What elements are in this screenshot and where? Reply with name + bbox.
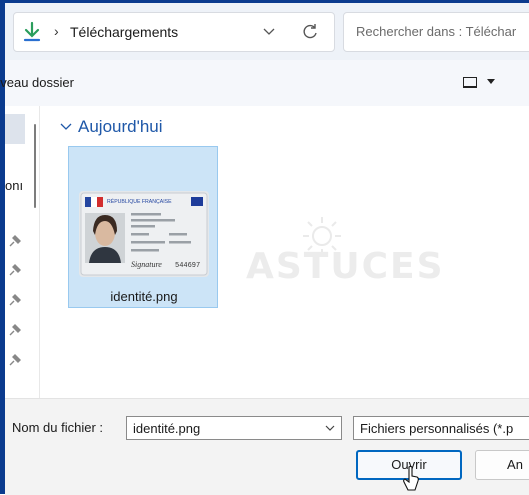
pin-icon — [9, 264, 21, 276]
file-thumbnail: RÉPUBLIQUE FRANÇAISE Signature 544697 — [79, 191, 209, 277]
thumbnail-id-number: 544697 — [175, 262, 200, 270]
pin-icon — [9, 324, 21, 336]
file-list: Aujourd'hui ASTUCES RÉPUBLIQUE FRANÇAISE — [40, 106, 529, 398]
address-bar[interactable]: › Téléchargements — [13, 12, 335, 52]
thumbnail-signature: Signature — [131, 260, 162, 269]
thumbnail-header: RÉPUBLIQUE FRANÇAISE — [107, 198, 172, 205]
pin-icon — [9, 294, 21, 306]
mouse-cursor-icon — [403, 466, 419, 491]
breadcrumb-downloads[interactable]: Téléchargements — [70, 24, 178, 40]
caret-down-icon — [487, 79, 495, 84]
nav-selected-item[interactable] — [5, 114, 25, 144]
download-icon — [23, 21, 41, 42]
group-label: Aujourd'hui — [78, 117, 163, 136]
view-options-button[interactable] — [459, 72, 505, 94]
dialog-footer: Nom du fichier : identité.png Fichiers p… — [5, 398, 529, 495]
navigation-pane: onı — [5, 106, 40, 398]
pin-icon — [9, 354, 21, 366]
search-placeholder: Rechercher dans : Téléchar — [356, 24, 517, 39]
breadcrumb-separator: › — [54, 23, 59, 39]
chevron-down-icon[interactable] — [260, 24, 278, 40]
filename-value: identité.png — [133, 421, 201, 436]
filetype-select[interactable]: Fichiers personnalisés (*.p — [353, 416, 529, 440]
address-row: › Téléchargements Rechercher dans : Télé… — [5, 3, 529, 60]
toolbar: uveau dossier — [0, 60, 529, 107]
view-icon — [463, 77, 477, 88]
refresh-icon[interactable] — [300, 22, 320, 42]
chevron-down-icon[interactable] — [325, 423, 335, 433]
filename-field[interactable]: identité.png — [126, 416, 342, 440]
pin-icon — [9, 235, 21, 247]
chevron-down-icon — [60, 123, 72, 130]
filetype-value: Fichiers personnalisés (*.p — [360, 421, 514, 436]
search-box[interactable]: Rechercher dans : Téléchar — [343, 12, 529, 52]
file-name: identité.png — [110, 289, 178, 304]
file-item[interactable]: RÉPUBLIQUE FRANÇAISE Signature 544697 id… — [68, 146, 218, 308]
new-folder-button[interactable]: uveau dossier — [0, 75, 74, 90]
filename-label: Nom du fichier : — [12, 420, 104, 435]
watermark-text: ASTUCES — [246, 246, 445, 287]
nav-item-label[interactable]: onı — [5, 178, 31, 193]
nav-scrollbar[interactable] — [34, 124, 36, 208]
cancel-button[interactable]: An — [475, 450, 529, 480]
